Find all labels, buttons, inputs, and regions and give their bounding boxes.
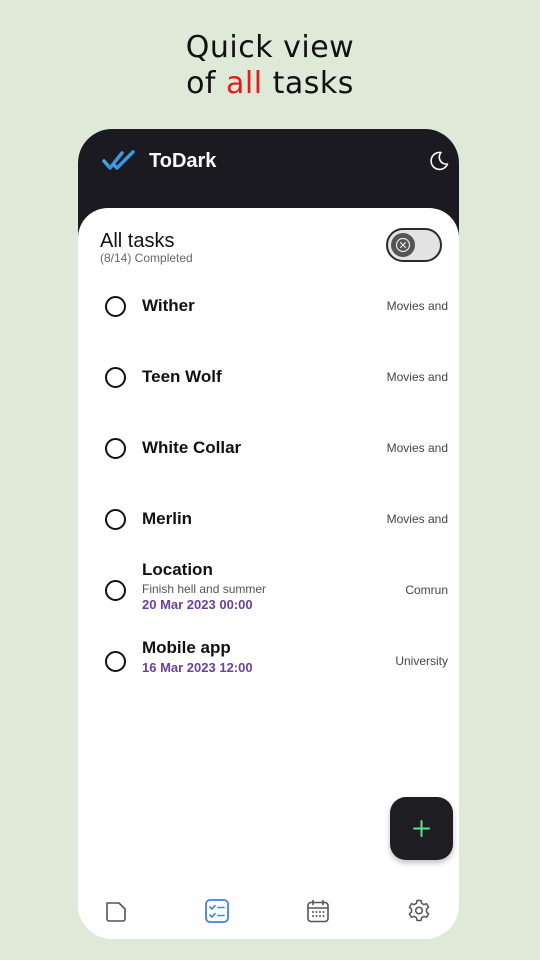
phone-screen: ToDark All tasks (8/14) Completed Wither… [78, 129, 459, 939]
task-item[interactable]: Wither Movies and [78, 278, 459, 334]
promo-heading: Quick view of all tasks [0, 30, 540, 102]
task-date: 16 Mar 2023 12:00 [142, 660, 253, 675]
task-category: Movies and [386, 512, 448, 526]
promo-line-2-prefix: of [186, 66, 227, 101]
task-category: University [395, 654, 448, 668]
task-category: Movies and [386, 370, 448, 384]
nav-tasks[interactable] [202, 896, 232, 926]
task-title: Location [142, 560, 213, 579]
task-date: 20 Mar 2023 00:00 [142, 597, 253, 612]
promo-accent-word: all [226, 66, 263, 101]
task-checkbox[interactable] [105, 296, 126, 317]
toggle-knob [391, 233, 415, 257]
task-sheet: All tasks (8/14) Completed Wither Movies… [78, 208, 459, 939]
task-item[interactable]: Mobile app 16 Mar 2023 12:00 University [78, 633, 459, 689]
nav-settings[interactable] [404, 896, 434, 926]
bottom-navigation [78, 894, 459, 939]
x-circle-icon [395, 237, 411, 253]
add-task-button[interactable] [390, 797, 453, 860]
task-note: Finish hell and summer [142, 582, 267, 596]
task-title: Mobile app [142, 638, 231, 657]
task-checkbox[interactable] [105, 580, 126, 601]
task-checkbox[interactable] [105, 438, 126, 459]
task-category: Movies and [386, 299, 448, 313]
task-item[interactable]: Location Finish hell and summer 20 Mar 2… [78, 560, 459, 622]
task-title: Teen Wolf [142, 367, 222, 386]
checklist-icon [205, 899, 229, 923]
promo-line-1: Quick view [185, 30, 355, 65]
app-title: ToDark [149, 150, 217, 172]
promo-line-2-suffix: tasks [262, 66, 354, 101]
task-checkbox[interactable] [105, 509, 126, 530]
task-category: Movies and [386, 441, 448, 455]
task-title: White Collar [142, 438, 242, 457]
show-completed-toggle[interactable] [386, 228, 442, 262]
promo-line-2: of all tasks [0, 66, 540, 102]
moon-icon[interactable] [428, 150, 450, 172]
gear-icon [408, 899, 430, 922]
task-item[interactable]: Merlin Movies and [78, 491, 459, 547]
completion-status: (8/14) Completed [100, 251, 193, 265]
nav-folders[interactable] [101, 896, 131, 926]
folder-icon [106, 902, 126, 922]
task-item[interactable]: Teen Wolf Movies and [78, 349, 459, 405]
list-title: All tasks [100, 230, 175, 252]
task-title: Wither [142, 296, 195, 315]
plus-icon [413, 820, 430, 837]
double-check-logo [102, 150, 135, 170]
task-title: Merlin [142, 509, 193, 528]
task-category: Comrun [405, 583, 448, 597]
task-item[interactable]: White Collar Movies and [78, 420, 459, 476]
task-checkbox[interactable] [105, 651, 126, 672]
calendar-icon [307, 899, 329, 923]
nav-calendar[interactable] [303, 896, 333, 926]
task-checkbox[interactable] [105, 367, 126, 388]
